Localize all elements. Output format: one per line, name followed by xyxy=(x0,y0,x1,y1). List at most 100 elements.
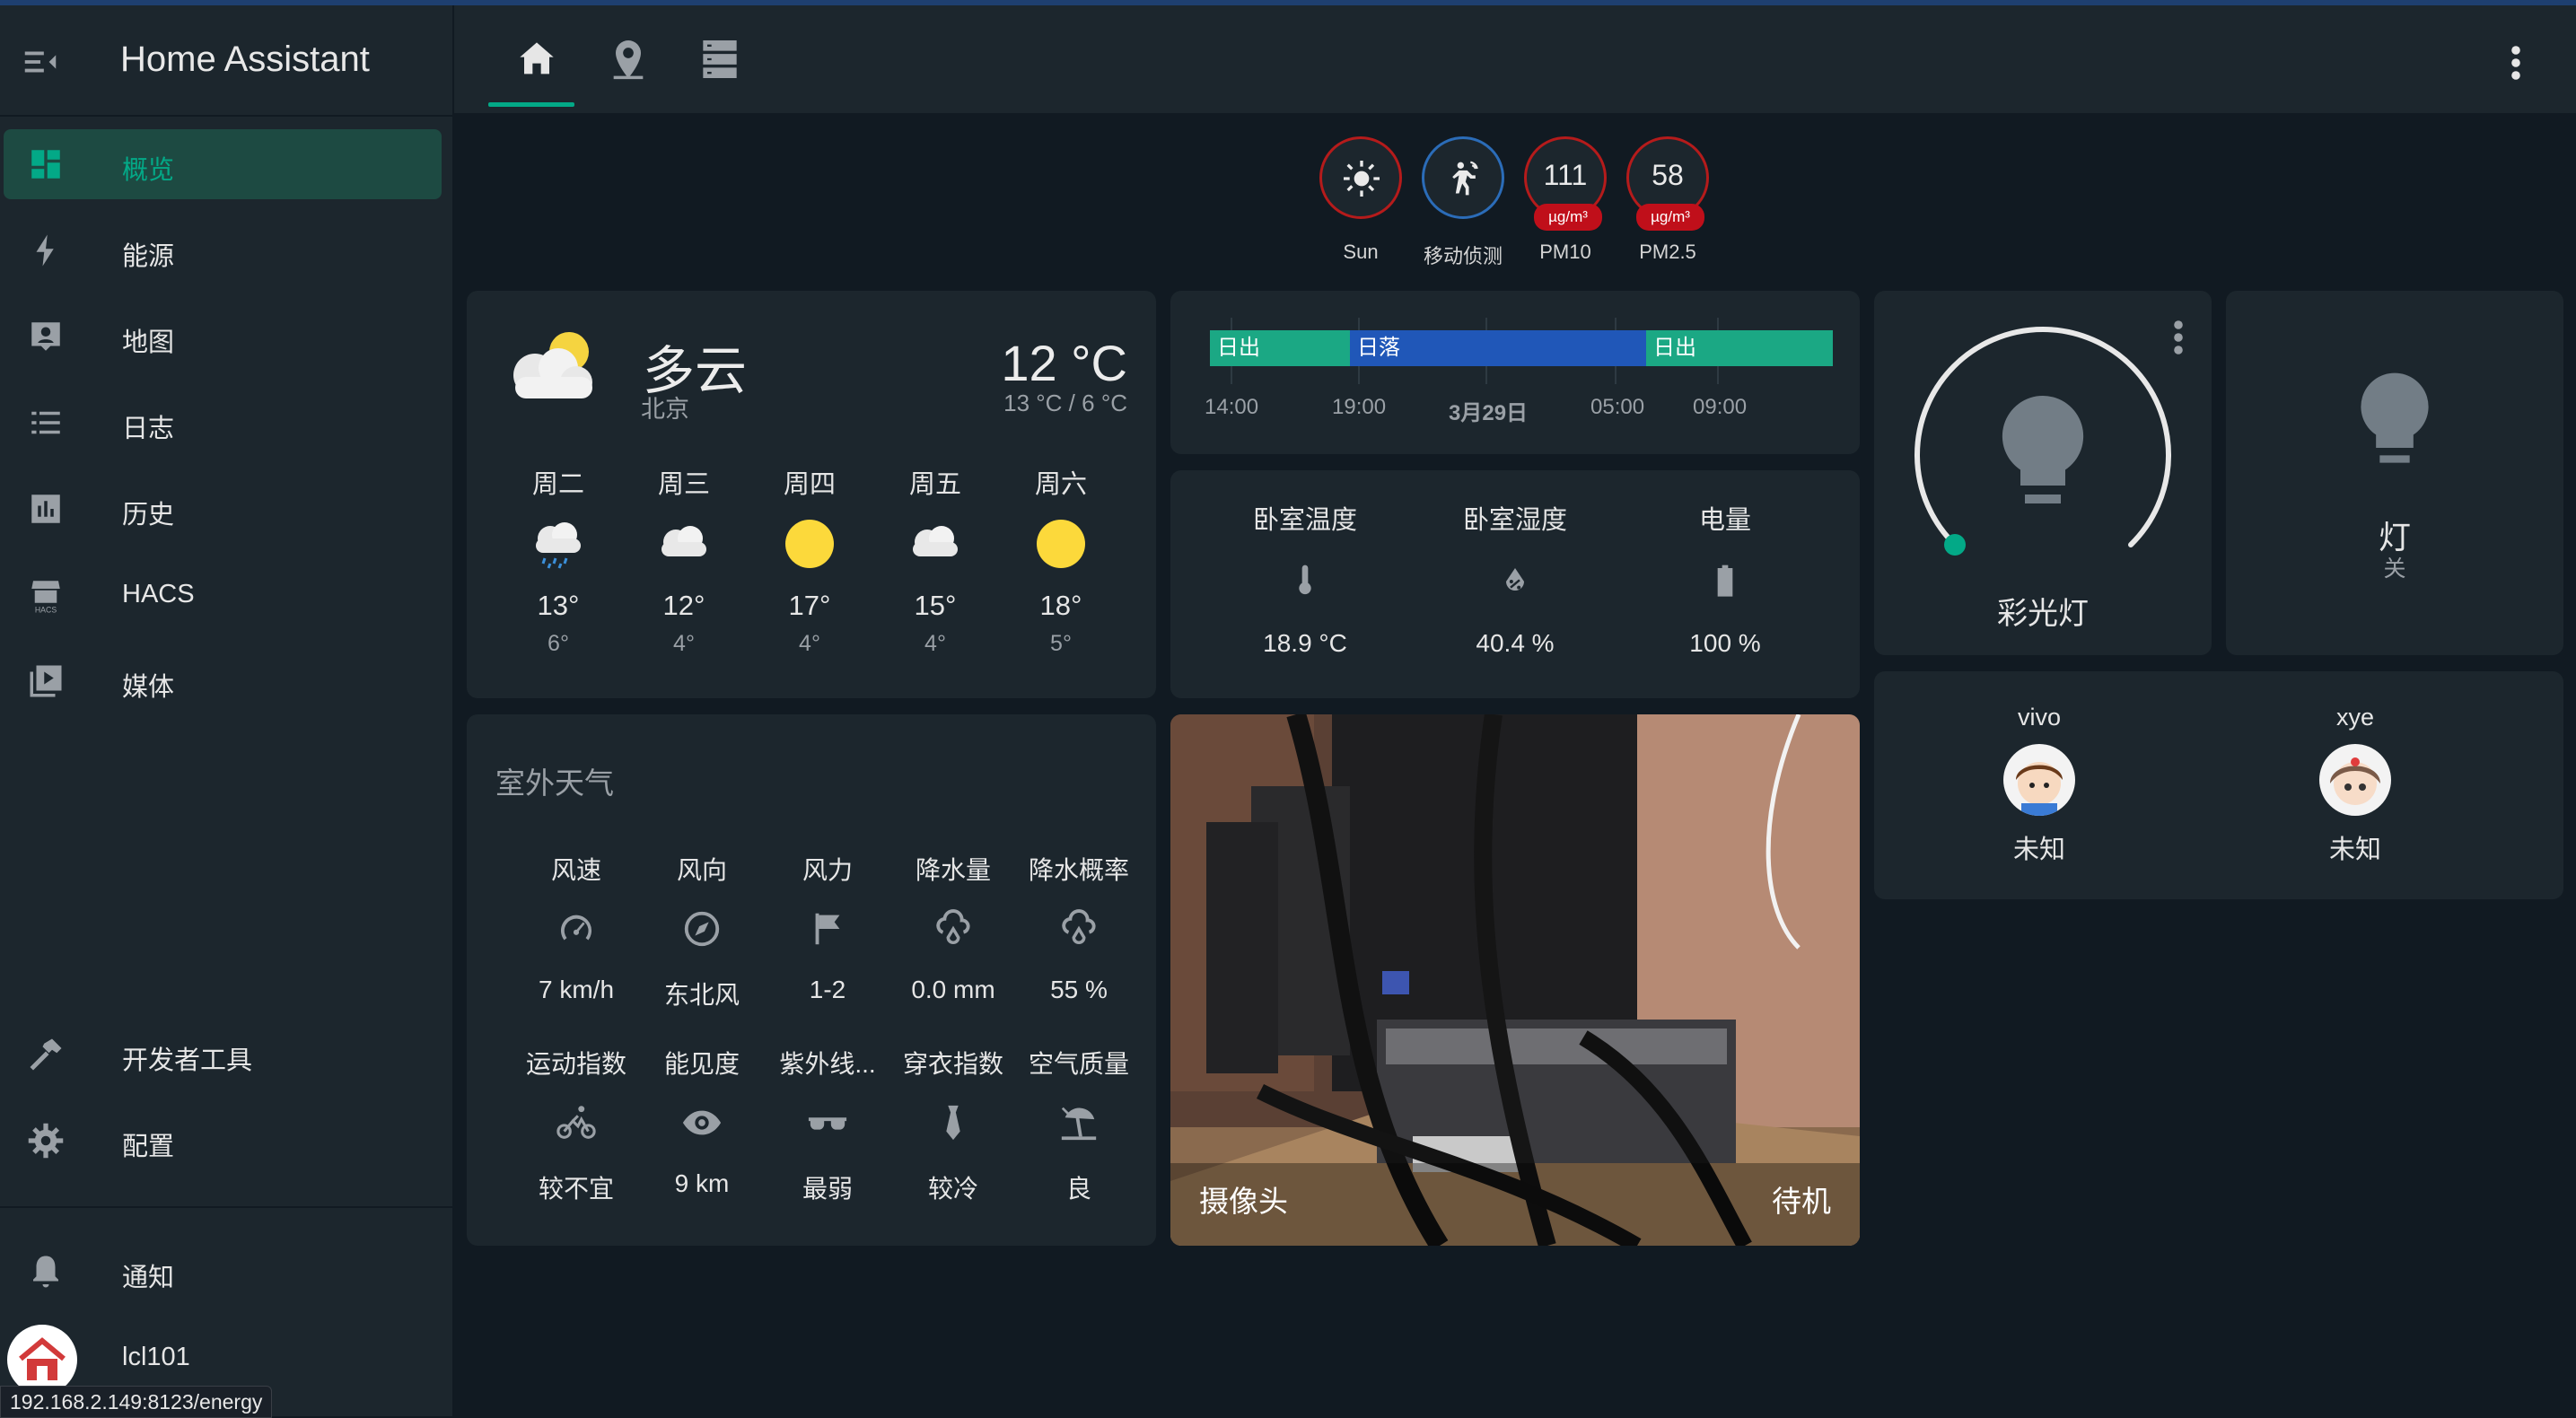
sidebar-item-history[interactable]: 历史 xyxy=(4,474,442,544)
sensor-battery[interactable]: 电量 100 % xyxy=(1626,499,1824,658)
sun-timeline-card[interactable]: 日出 日落 日出 14:00 19:00 3月29日 05:00 09:00 xyxy=(1170,291,1860,454)
timeline-tick: 09:00 xyxy=(1693,395,1748,419)
sidebar-item-overview[interactable]: 概览 xyxy=(4,129,442,199)
cell-label: 降水量 xyxy=(915,856,991,884)
forecast-low: 4° xyxy=(924,631,946,656)
cell-label: 紫外线... xyxy=(779,1050,876,1078)
sidebar-item-logbook[interactable]: 日志 xyxy=(4,388,442,458)
active-tab-indicator xyxy=(488,102,574,107)
avatar[interactable] xyxy=(7,1325,77,1395)
outdoor-cell[interactable]: 风速 7 km/h xyxy=(513,851,639,1004)
forecast-day-label: 周三 xyxy=(657,470,710,499)
light-card-lamp[interactable]: 灯 关 xyxy=(2226,291,2563,655)
sidebar-item-notifications[interactable]: 通知 xyxy=(4,1237,442,1307)
camera-name: 摄像头 xyxy=(1199,1185,1288,1218)
outdoor-cell[interactable]: 降水概率 55 % xyxy=(1016,851,1142,1004)
sidebar-item-label: 配置 xyxy=(122,1133,175,1161)
forecast-low: 4° xyxy=(799,631,820,656)
sidebar-item-label: lcl101 xyxy=(122,1343,190,1371)
person-name: xye xyxy=(2335,704,2375,731)
battery-icon xyxy=(1717,565,1733,597)
sunny-icon xyxy=(1037,520,1085,568)
badge-sun[interactable] xyxy=(1319,136,1402,219)
forecast-low: 5° xyxy=(1050,631,1072,656)
outdoor-cell[interactable]: 能见度 9 km xyxy=(639,1045,765,1198)
forecast-day: 周二 13° 6° xyxy=(504,463,612,657)
sidebar-item-label: HACS xyxy=(122,580,195,608)
cell-label: 运动指数 xyxy=(525,1050,626,1078)
lamp-state: 关 xyxy=(2383,556,2406,582)
map-marker-icon[interactable] xyxy=(603,34,653,84)
sidebar-item-dev-tools[interactable]: 开发者工具 xyxy=(4,1020,442,1090)
more-options-icon[interactable] xyxy=(2510,45,2522,81)
timeline-segment-sunrise[interactable]: 日出 xyxy=(1210,330,1350,366)
outdoor-cell[interactable]: 穿衣指数 较冷 xyxy=(890,1045,1016,1205)
outdoor-cell[interactable]: 空气质量 良 xyxy=(1016,1045,1142,1205)
cell-value: 55 % xyxy=(1050,976,1108,1003)
badge-motion[interactable] xyxy=(1422,136,1504,219)
sensor-label: 卧室温度 xyxy=(1252,506,1357,535)
weather-city: 北京 xyxy=(641,396,689,423)
cell-value: 最弱 xyxy=(802,1175,853,1203)
cell-value: 7 km/h xyxy=(538,976,615,1003)
map-account-icon xyxy=(31,322,60,351)
person-name: vivo xyxy=(2017,704,2061,731)
light-card-colorlight[interactable]: 彩光灯 xyxy=(1874,291,2212,655)
cell-value: 1-2 xyxy=(809,976,846,1003)
timeline-segment-sunset[interactable]: 日落 xyxy=(1350,330,1646,366)
sidebar-item-config[interactable]: 配置 xyxy=(4,1106,442,1176)
sensor-bedroom-humidity[interactable]: 卧室湿度 40.4 % xyxy=(1416,499,1614,658)
person-vivo[interactable]: vivo 未知 xyxy=(1950,704,2129,866)
outdoor-cell[interactable]: 风力 1-2 xyxy=(765,851,890,1004)
sidebar-item-label: 日志 xyxy=(122,415,175,443)
sidebar-item-map[interactable]: 地图 xyxy=(4,302,442,372)
gear-icon xyxy=(28,1123,64,1159)
play-box-icon xyxy=(30,665,62,697)
bike-icon xyxy=(556,1106,596,1139)
outdoor-cell[interactable]: 紫外线... 最弱 xyxy=(765,1045,890,1205)
sidebar-item-media[interactable]: 媒体 xyxy=(4,646,442,716)
hacs-icon: HACS xyxy=(31,581,60,614)
thermometer-icon xyxy=(1299,565,1311,595)
sensor-bedroom-temperature[interactable]: 卧室温度 18.9 °C xyxy=(1206,499,1404,658)
camera-card[interactable]: 摄像头 待机 xyxy=(1170,714,1860,1246)
more-options-icon[interactable] xyxy=(2172,319,2185,355)
forecast-high: 18° xyxy=(1039,590,1082,621)
forecast-high: 13° xyxy=(537,590,580,621)
speedometer-icon xyxy=(560,915,592,941)
forecast-high: 12° xyxy=(662,590,705,621)
menu-collapse-icon[interactable] xyxy=(20,41,61,83)
app-title: Home Assistant xyxy=(120,39,370,79)
timeline-segment-sunrise[interactable]: 日出 xyxy=(1646,330,1833,366)
weather-card[interactable]: 多云 北京 12 °C 13 °C / 6 °C 周二 13° 6° 周三 12… xyxy=(467,291,1156,698)
weather-range: 13 °C / 6 °C xyxy=(1003,390,1127,416)
person-state: 未知 xyxy=(2328,836,2381,864)
cell-label: 降水概率 xyxy=(1028,856,1129,884)
outdoor-cell[interactable]: 降水量 0.0 mm xyxy=(890,851,1016,1004)
sidebar-header: Home Assistant xyxy=(0,5,452,117)
forecast-day: 周三 12° 4° xyxy=(630,463,738,657)
top-bar xyxy=(454,5,2576,115)
sidebar-item-label: 媒体 xyxy=(122,673,175,702)
sidebar-item-hacs[interactable]: HACS HACS xyxy=(4,560,442,630)
person-xye[interactable]: xye 未知 xyxy=(2265,704,2445,866)
outdoor-cell[interactable]: 运动指数 较不宜 xyxy=(513,1045,639,1205)
forecast-day: 周六 18° 5° xyxy=(1007,463,1115,657)
timeline-tick: 05:00 xyxy=(1590,395,1645,419)
sunglasses-icon xyxy=(808,1117,847,1130)
forecast-low: 6° xyxy=(548,631,569,656)
cell-value: 较冷 xyxy=(927,1175,978,1203)
sidebar-item-energy[interactable]: 能源 xyxy=(4,215,442,285)
dashboard-icon xyxy=(31,150,60,179)
badge-pm25[interactable]: 58 µg/m³ xyxy=(1626,136,1709,231)
water-drop-icon xyxy=(936,909,970,945)
sidebar: Home Assistant 概览 能源 地图 日志 历史 HACS HACS … xyxy=(0,5,454,1416)
badge-pm10[interactable]: 111 µg/m³ xyxy=(1524,136,1607,231)
water-drop-icon xyxy=(1062,909,1096,945)
cloudy-icon xyxy=(913,526,958,556)
outdoor-cell[interactable]: 风向 东北风 xyxy=(639,851,765,1011)
cell-value: 9 km xyxy=(674,1169,730,1197)
rainy-icon xyxy=(536,522,581,569)
home-icon[interactable] xyxy=(512,34,562,84)
server-icon[interactable] xyxy=(695,34,745,84)
